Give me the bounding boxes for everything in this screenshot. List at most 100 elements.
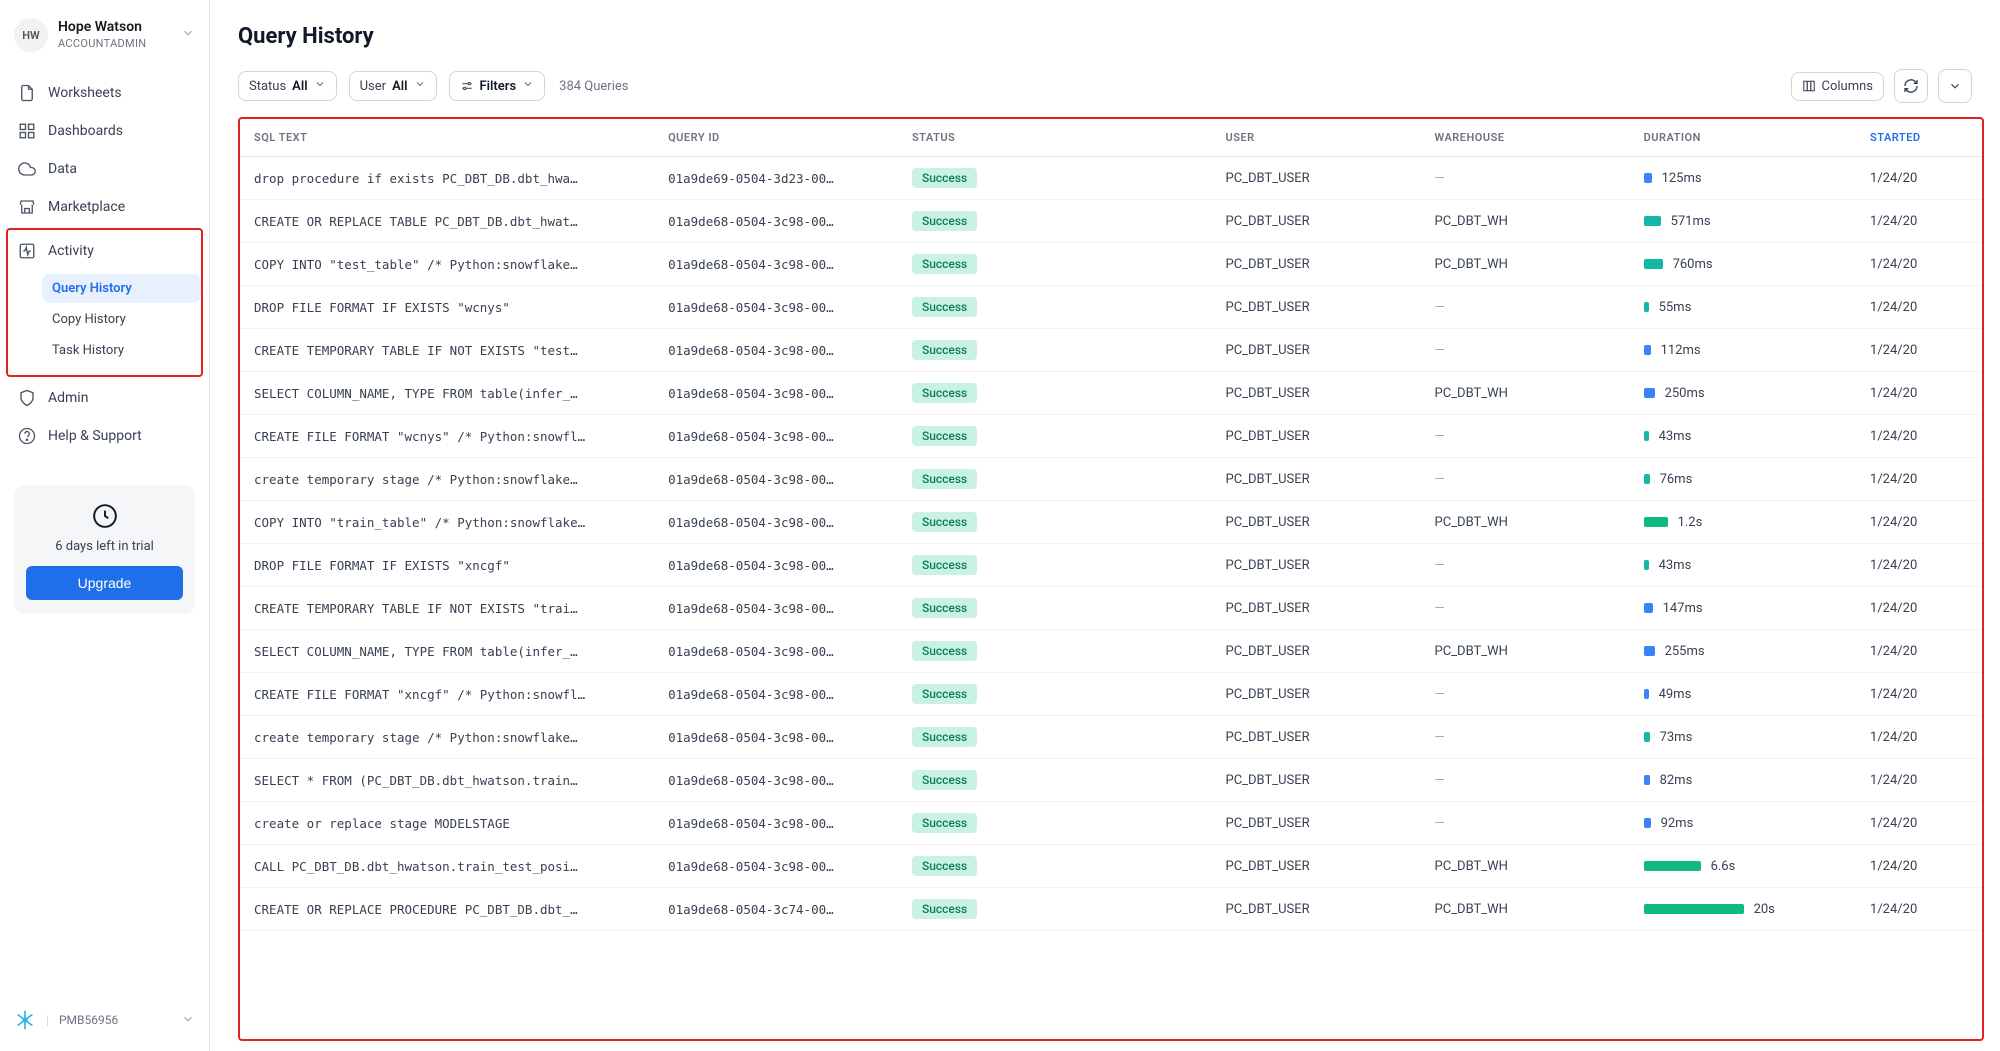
cell-user: PC_DBT_USER bbox=[1216, 372, 1425, 415]
duration-text: 147ms bbox=[1663, 601, 1703, 616]
duration-text: 6.6s bbox=[1711, 859, 1736, 874]
chip-value: All bbox=[392, 79, 407, 94]
table-row[interactable]: drop procedure if exists PC_DBT_DB.dbt_h… bbox=[240, 157, 1982, 200]
col-query-id[interactable]: QUERY ID bbox=[658, 119, 902, 157]
table-row[interactable]: SELECT COLUMN_NAME, TYPE FROM table(infe… bbox=[240, 372, 1982, 415]
chevron-down-icon bbox=[181, 1012, 195, 1029]
cell-sql-text: CREATE OR REPLACE PROCEDURE PC_DBT_DB.db… bbox=[240, 888, 658, 931]
refresh-button[interactable] bbox=[1894, 69, 1928, 103]
queries-count: 384 Queries bbox=[559, 79, 628, 94]
cell-duration: 250ms bbox=[1634, 372, 1860, 415]
cell-sql-text: SELECT * FROM (PC_DBT_DB.dbt_hwatson.tra… bbox=[240, 759, 658, 802]
cell-started: 1/24/20 bbox=[1860, 673, 1982, 716]
filter-user[interactable]: User All bbox=[349, 71, 437, 101]
table-row[interactable]: DROP FILE FORMAT IF EXISTS "wcnys"01a9de… bbox=[240, 286, 1982, 329]
cell-started: 1/24/20 bbox=[1860, 329, 1982, 372]
cell-sql-text: CREATE OR REPLACE TABLE PC_DBT_DB.dbt_hw… bbox=[240, 200, 658, 243]
nav-help[interactable]: Help & Support bbox=[8, 417, 201, 455]
columns-button[interactable]: Columns bbox=[1791, 72, 1885, 101]
cell-duration: 112ms bbox=[1634, 329, 1860, 372]
cell-warehouse: — bbox=[1425, 458, 1634, 501]
cell-sql-text: CREATE FILE FORMAT "wcnys" /* Python:sno… bbox=[240, 415, 658, 458]
duration-bar bbox=[1644, 431, 1649, 441]
table-row[interactable]: CREATE TEMPORARY TABLE IF NOT EXISTS "tr… bbox=[240, 587, 1982, 630]
table-row[interactable]: CREATE FILE FORMAT "xncgf" /* Python:sno… bbox=[240, 673, 1982, 716]
cell-started: 1/24/20 bbox=[1860, 372, 1982, 415]
table-row[interactable]: CREATE FILE FORMAT "wcnys" /* Python:sno… bbox=[240, 415, 1982, 458]
cell-warehouse: — bbox=[1425, 759, 1634, 802]
nav-activity[interactable]: Activity bbox=[8, 232, 201, 270]
cell-warehouse: — bbox=[1425, 802, 1634, 845]
grid-icon bbox=[18, 122, 36, 140]
col-started[interactable]: STARTED bbox=[1860, 119, 1982, 157]
cell-sql-text: CALL PC_DBT_DB.dbt_hwatson.train_test_po… bbox=[240, 845, 658, 888]
cell-user: PC_DBT_USER bbox=[1216, 673, 1425, 716]
nav-admin[interactable]: Admin bbox=[8, 379, 201, 417]
col-status[interactable]: STATUS bbox=[902, 119, 1216, 157]
upgrade-button[interactable]: Upgrade bbox=[26, 566, 183, 600]
cell-user: PC_DBT_USER bbox=[1216, 587, 1425, 630]
account-switcher[interactable]: HW Hope Watson ACCOUNTADMIN bbox=[8, 12, 201, 66]
cell-started: 1/24/20 bbox=[1860, 458, 1982, 501]
status-badge: Success bbox=[912, 813, 977, 833]
cell-warehouse: PC_DBT_WH bbox=[1425, 501, 1634, 544]
table-row[interactable]: CREATE OR REPLACE TABLE PC_DBT_DB.dbt_hw… bbox=[240, 200, 1982, 243]
table-row[interactable]: COPY INTO "train_table" /* Python:snowfl… bbox=[240, 501, 1982, 544]
cell-query-id: 01a9de68-0504-3c98-00… bbox=[658, 415, 902, 458]
cell-duration: 1.2s bbox=[1634, 501, 1860, 544]
cell-sql-text: DROP FILE FORMAT IF EXISTS "wcnys" bbox=[240, 286, 658, 329]
cell-warehouse: — bbox=[1425, 286, 1634, 329]
cell-duration: 55ms bbox=[1634, 286, 1860, 329]
query-table-body: drop procedure if exists PC_DBT_DB.dbt_h… bbox=[240, 157, 1982, 931]
filter-status[interactable]: Status All bbox=[238, 71, 337, 101]
cell-user: PC_DBT_USER bbox=[1216, 458, 1425, 501]
subnav-query-history[interactable]: Query History bbox=[42, 274, 201, 303]
activity-icon bbox=[18, 242, 36, 260]
table-row[interactable]: COPY INTO "test_table" /* Python:snowfla… bbox=[240, 243, 1982, 286]
org-id: PMB56956 bbox=[59, 1013, 118, 1027]
cell-warehouse: — bbox=[1425, 329, 1634, 372]
nav-label: Dashboards bbox=[48, 123, 123, 139]
sidebar-footer[interactable]: | PMB56956 bbox=[8, 1001, 201, 1039]
cell-status: Success bbox=[902, 329, 1216, 372]
duration-text: 125ms bbox=[1662, 171, 1702, 186]
subnav-copy-history[interactable]: Copy History bbox=[42, 305, 201, 334]
refresh-options-button[interactable] bbox=[1938, 69, 1972, 103]
cell-query-id: 01a9de68-0504-3c74-00… bbox=[658, 888, 902, 931]
nav-worksheets[interactable]: Worksheets bbox=[8, 74, 201, 112]
cell-warehouse: PC_DBT_WH bbox=[1425, 888, 1634, 931]
col-duration[interactable]: DURATION bbox=[1634, 119, 1860, 157]
nav-label: Help & Support bbox=[48, 428, 142, 444]
table-row[interactable]: create temporary stage /* Python:snowfla… bbox=[240, 716, 1982, 759]
cell-query-id: 01a9de68-0504-3c98-00… bbox=[658, 200, 902, 243]
col-sql-text[interactable]: SQL TEXT bbox=[240, 119, 658, 157]
subnav-task-history[interactable]: Task History bbox=[42, 336, 201, 365]
col-warehouse[interactable]: WAREHOUSE bbox=[1425, 119, 1634, 157]
status-badge: Success bbox=[912, 297, 977, 317]
table-row[interactable]: CREATE TEMPORARY TABLE IF NOT EXISTS "te… bbox=[240, 329, 1982, 372]
table-row[interactable]: create or replace stage MODELSTAGE01a9de… bbox=[240, 802, 1982, 845]
duration-text: 43ms bbox=[1659, 558, 1692, 573]
col-user[interactable]: USER bbox=[1216, 119, 1425, 157]
chevron-down-icon bbox=[314, 78, 326, 94]
table-row[interactable]: CREATE OR REPLACE PROCEDURE PC_DBT_DB.db… bbox=[240, 888, 1982, 931]
table-row[interactable]: SELECT COLUMN_NAME, TYPE FROM table(infe… bbox=[240, 630, 1982, 673]
cell-status: Success bbox=[902, 243, 1216, 286]
duration-text: 43ms bbox=[1659, 429, 1692, 444]
cell-duration: 82ms bbox=[1634, 759, 1860, 802]
filters-button[interactable]: Filters bbox=[449, 71, 546, 101]
nav-data[interactable]: Data bbox=[8, 150, 201, 188]
nav-dashboards[interactable]: Dashboards bbox=[8, 112, 201, 150]
chip-label: Filters bbox=[480, 79, 517, 94]
chip-value: All bbox=[292, 79, 307, 94]
nav-marketplace[interactable]: Marketplace bbox=[8, 188, 201, 226]
duration-bar bbox=[1644, 603, 1653, 613]
table-row[interactable]: SELECT * FROM (PC_DBT_DB.dbt_hwatson.tra… bbox=[240, 759, 1982, 802]
table-row[interactable]: CALL PC_DBT_DB.dbt_hwatson.train_test_po… bbox=[240, 845, 1982, 888]
cell-started: 1/24/20 bbox=[1860, 501, 1982, 544]
table-row[interactable]: create temporary stage /* Python:snowfla… bbox=[240, 458, 1982, 501]
duration-bar bbox=[1644, 388, 1655, 398]
cell-sql-text: create temporary stage /* Python:snowfla… bbox=[240, 716, 658, 759]
table-row[interactable]: DROP FILE FORMAT IF EXISTS "xncgf"01a9de… bbox=[240, 544, 1982, 587]
cell-user: PC_DBT_USER bbox=[1216, 716, 1425, 759]
